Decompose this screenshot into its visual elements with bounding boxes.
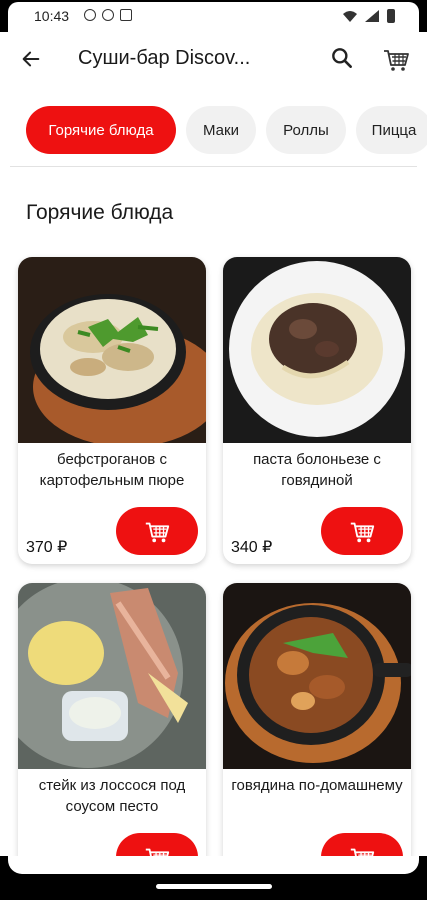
wifi-icon xyxy=(343,11,357,22)
search-icon xyxy=(332,48,352,68)
section-title: Горячие блюда xyxy=(26,201,174,224)
add-to-cart-icon xyxy=(145,522,170,543)
nav-bar-surface xyxy=(8,856,419,874)
product-name: говядина по-домашнему xyxy=(231,777,403,794)
status-bar: 10:43 xyxy=(0,0,427,32)
divider xyxy=(10,166,417,167)
product-photo xyxy=(223,583,411,769)
category-chips: Горячие блюда Маки Роллы Пицца xyxy=(26,106,427,154)
signal-icon xyxy=(365,10,379,22)
status-bar-surface: 10:43 xyxy=(8,2,419,32)
battery-icon xyxy=(387,9,395,23)
product-photo xyxy=(18,257,206,443)
category-chip-pizza[interactable]: Пицца xyxy=(356,106,427,154)
app-bar: Суши-бар Discov... xyxy=(0,34,427,84)
back-button[interactable] xyxy=(18,46,44,72)
product-photo xyxy=(18,583,206,769)
product-photo xyxy=(223,257,411,443)
product-name: стейк из лоссося под соусом песто xyxy=(38,777,186,815)
back-arrow-icon xyxy=(22,51,40,67)
app-title: Суши-бар Discov... xyxy=(78,47,251,69)
category-chip-rolls[interactable]: Роллы xyxy=(266,106,346,154)
category-chip-maki[interactable]: Маки xyxy=(186,106,256,154)
status-system-icons xyxy=(343,9,395,23)
add-to-cart-button[interactable] xyxy=(116,507,198,555)
product-card[interactable]: говядина по-домашнему xyxy=(223,583,411,883)
status-time: 10:43 xyxy=(34,8,70,24)
cart-button[interactable] xyxy=(381,44,411,74)
system-navigation-bar xyxy=(0,856,427,900)
product-card[interactable]: паста болоньезе с говядиной 340 ₽ xyxy=(223,257,411,564)
product-price: 370 ₽ xyxy=(26,539,68,556)
search-button[interactable] xyxy=(329,45,355,71)
product-card[interactable]: стейк из лоссося под соусом песто xyxy=(18,583,206,883)
cart-icon xyxy=(384,50,409,71)
notification-icon xyxy=(120,9,132,21)
product-price: 340 ₽ xyxy=(231,539,273,556)
home-gesture-handle[interactable] xyxy=(156,884,272,889)
category-chip-hot-dishes[interactable]: Горячие блюда xyxy=(26,106,176,154)
product-name: бефстроганов с картофельным пюре xyxy=(39,451,185,489)
add-to-cart-icon xyxy=(350,522,375,543)
vpn-icon xyxy=(84,9,96,21)
product-name: паста болоньезе с говядиной xyxy=(253,451,381,489)
product-card[interactable]: бефстроганов с картофельным пюре 370 ₽ xyxy=(18,257,206,564)
shield-icon xyxy=(102,9,114,21)
status-notification-icons xyxy=(84,9,132,21)
add-to-cart-button[interactable] xyxy=(321,507,403,555)
